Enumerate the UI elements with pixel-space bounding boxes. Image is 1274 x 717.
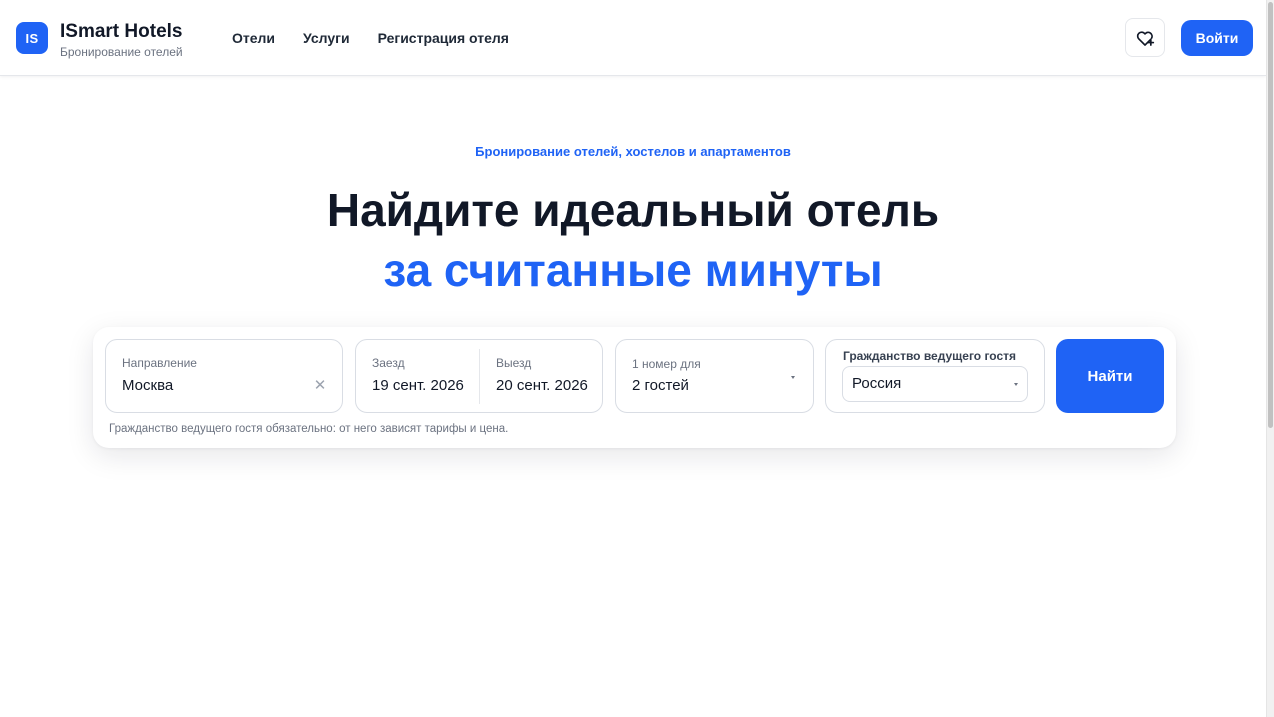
hero-title: Найдите идеальный отель	[326, 184, 940, 236]
guests-selector[interactable]: 1 номер для 2 гостей	[615, 339, 814, 413]
checkout-label: Выезд	[496, 356, 532, 370]
page: IS ISmart Hotels Бронирование отелей Оте…	[0, 0, 1274, 717]
scrollbar-thumb[interactable]	[1268, 2, 1273, 428]
hero-kicker: Бронирование отелей, хостелов и апартаме…	[475, 144, 791, 159]
heart-plus-icon	[1136, 30, 1155, 46]
date-divider	[479, 349, 480, 404]
brand-subtitle: Бронирование отелей	[60, 45, 183, 59]
logo-badge[interactable]: IS	[16, 22, 48, 54]
close-icon[interactable]: ✕	[312, 378, 328, 394]
nav-item-hotel-registration[interactable]: Регистрация отеля	[378, 30, 509, 46]
checkin-label: Заезд	[372, 356, 405, 370]
checkout-date[interactable]: 20 сент. 2026	[496, 377, 588, 394]
citizenship-value: Россия	[852, 375, 902, 392]
search-card: Направление Москва ✕ Заезд 19 сент. 2026…	[93, 327, 1176, 448]
nav-item-hotels[interactable]: Отели	[232, 30, 275, 46]
rooms-label: 1 номер для	[632, 357, 701, 371]
site-header: IS ISmart Hotels Бронирование отелей Оте…	[0, 0, 1266, 76]
destination-field[interactable]: Направление Москва ✕	[105, 339, 343, 413]
scrollbar[interactable]	[1266, 0, 1274, 717]
chevron-down-icon	[1014, 383, 1018, 386]
chevron-down-icon	[791, 376, 795, 379]
dates-field: Заезд 19 сент. 2026 Выезд 20 сент. 2026	[355, 339, 603, 413]
guests-value: 2 гостей	[632, 377, 689, 394]
hero-title-accent: за считанные минуты	[383, 244, 883, 296]
nav-item-services[interactable]: Услуги	[303, 30, 350, 46]
citizenship-hint: Гражданство ведущего гостя обязательно: …	[109, 423, 509, 435]
main-nav: Отели Услуги Регистрация отеля	[232, 30, 509, 46]
login-button[interactable]: Войти	[1181, 20, 1253, 56]
destination-input[interactable]: Москва	[122, 377, 173, 394]
search-button[interactable]: Найти	[1056, 339, 1164, 413]
brand-title[interactable]: ISmart Hotels	[60, 21, 182, 43]
citizenship-select[interactable]: Россия	[842, 366, 1028, 402]
citizenship-label: Гражданство ведущего гостя	[843, 349, 1017, 363]
checkin-date[interactable]: 19 сент. 2026	[372, 377, 464, 394]
citizenship-field: Гражданство ведущего гостя Россия	[825, 339, 1045, 413]
favorites-button[interactable]	[1125, 18, 1165, 57]
destination-label: Направление	[122, 356, 197, 370]
